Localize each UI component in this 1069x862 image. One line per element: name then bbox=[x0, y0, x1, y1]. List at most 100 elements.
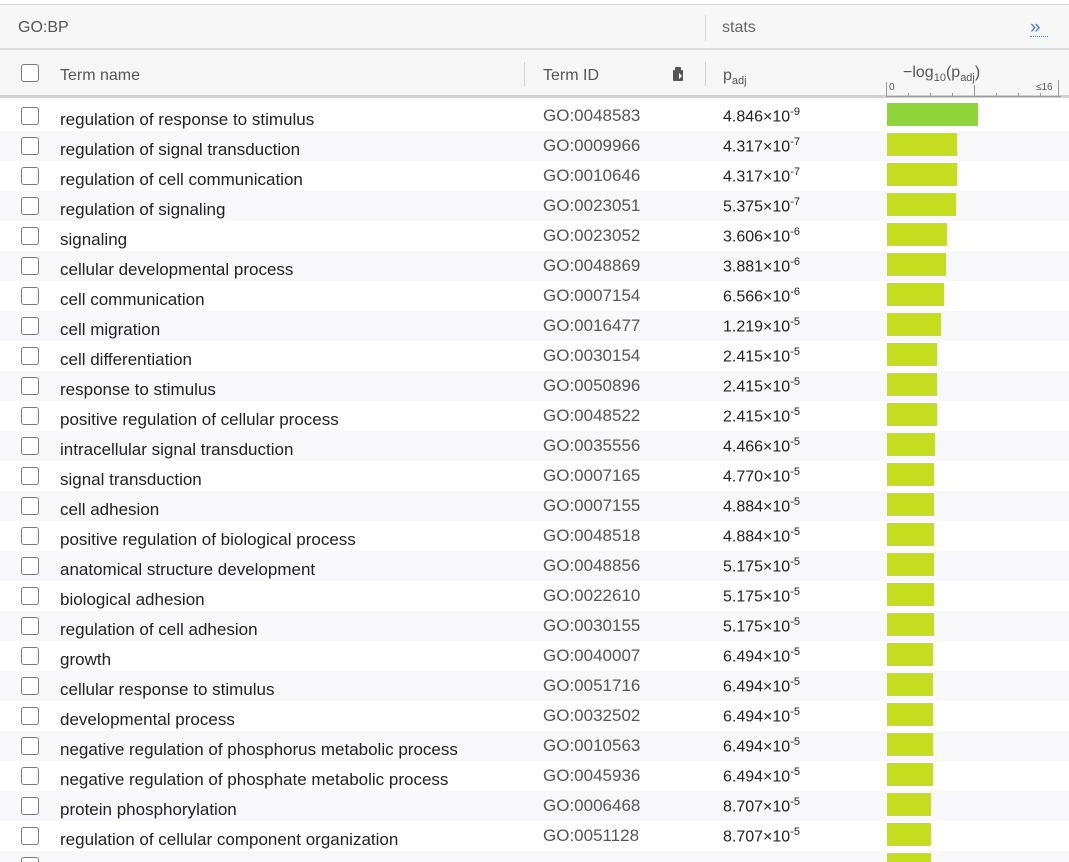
row-checkbox[interactable] bbox=[21, 617, 39, 635]
table-row[interactable]: regulation of cell adhesion GO:0030155 5.1… bbox=[0, 611, 1069, 641]
score-bar[interactable] bbox=[887, 283, 944, 306]
score-bar[interactable] bbox=[887, 853, 931, 862]
table-row[interactable]: growth GO:0040007 6.494×10-5 bbox=[0, 641, 1069, 671]
term-name[interactable]: anatomical structure development bbox=[60, 560, 315, 580]
score-bar[interactable] bbox=[887, 613, 934, 636]
score-bar[interactable] bbox=[887, 403, 937, 426]
table-row[interactable]: cellular response to stimulus GO:0051716 6… bbox=[0, 671, 1069, 701]
term-name[interactable]: protein phosphorylation bbox=[60, 800, 237, 820]
table-row[interactable]: protein phosphorylation GO:0006468 8.707×1… bbox=[0, 791, 1069, 821]
term-name[interactable]: intracellular signal transduction bbox=[60, 440, 293, 460]
score-bar[interactable] bbox=[887, 253, 946, 276]
term-name[interactable]: cell migration bbox=[60, 320, 160, 340]
term-name[interactable]: positive regulation of cellular process bbox=[60, 410, 339, 430]
term-name[interactable]: cell differentiation bbox=[60, 350, 192, 370]
row-checkbox[interactable] bbox=[21, 827, 39, 845]
table-row[interactable]: regulation of signal transduction GO:0009… bbox=[0, 131, 1069, 161]
row-checkbox[interactable] bbox=[21, 407, 39, 425]
score-bar[interactable] bbox=[887, 133, 957, 156]
row-checkbox[interactable] bbox=[21, 437, 39, 455]
row-checkbox[interactable] bbox=[21, 857, 39, 862]
row-checkbox[interactable] bbox=[21, 377, 39, 395]
term-name[interactable]: response to stimulus bbox=[60, 380, 216, 400]
term-name-header[interactable]: Term name bbox=[60, 67, 140, 85]
score-bar[interactable] bbox=[887, 193, 956, 216]
expand-columns-icon[interactable]: » bbox=[1030, 17, 1048, 39]
term-name[interactable]: cellular developmental process bbox=[60, 260, 293, 280]
row-checkbox[interactable] bbox=[21, 647, 39, 665]
score-bar[interactable] bbox=[887, 523, 934, 546]
score-bar[interactable] bbox=[887, 343, 937, 366]
term-name[interactable]: negative regulation of phosphate metabol… bbox=[60, 770, 448, 790]
row-checkbox[interactable] bbox=[21, 737, 39, 755]
term-name[interactable]: developmental process bbox=[60, 710, 235, 730]
row-checkbox[interactable] bbox=[21, 707, 39, 725]
score-bar[interactable] bbox=[887, 313, 941, 336]
table-row[interactable] bbox=[0, 851, 1069, 862]
table-row[interactable]: negative regulation of phosphate metabol… bbox=[0, 761, 1069, 791]
score-bar[interactable] bbox=[887, 373, 937, 396]
score-bar[interactable] bbox=[887, 223, 947, 246]
score-bar[interactable] bbox=[887, 463, 934, 486]
table-row[interactable]: cellular developmental process GO:0048869… bbox=[0, 251, 1069, 281]
row-checkbox[interactable] bbox=[21, 797, 39, 815]
padj-header[interactable]: padj bbox=[723, 67, 747, 87]
table-row[interactable]: developmental process GO:0032502 6.494×10-… bbox=[0, 701, 1069, 731]
score-bar[interactable] bbox=[887, 673, 933, 696]
term-name[interactable]: biological adhesion bbox=[60, 590, 205, 610]
term-name[interactable]: regulation of cell adhesion bbox=[60, 620, 258, 640]
term-name[interactable]: regulation of signal transduction bbox=[60, 140, 300, 160]
score-bar[interactable] bbox=[887, 793, 931, 816]
row-checkbox[interactable] bbox=[21, 557, 39, 575]
table-row[interactable]: regulation of signaling GO:0023051 5.375×1… bbox=[0, 191, 1069, 221]
table-row[interactable]: regulation of cell communication GO:00106… bbox=[0, 161, 1069, 191]
table-row[interactable]: response to stimulus GO:0050896 2.415×10-5 bbox=[0, 371, 1069, 401]
row-checkbox[interactable] bbox=[21, 227, 39, 245]
row-checkbox[interactable] bbox=[21, 197, 39, 215]
term-name[interactable]: regulation of cell communication bbox=[60, 170, 303, 190]
row-checkbox[interactable] bbox=[21, 317, 39, 335]
score-bar[interactable] bbox=[887, 493, 934, 516]
term-name[interactable]: regulation of cellular component organiz… bbox=[60, 830, 398, 850]
row-checkbox[interactable] bbox=[21, 527, 39, 545]
term-id-header[interactable]: Term ID bbox=[543, 67, 599, 85]
row-checkbox[interactable] bbox=[21, 347, 39, 365]
row-checkbox[interactable] bbox=[21, 467, 39, 485]
copy-ids-icon[interactable] bbox=[670, 65, 686, 83]
score-bar[interactable] bbox=[887, 553, 934, 576]
score-bar[interactable] bbox=[887, 823, 931, 846]
table-row[interactable]: negative regulation of phosphorus metabo… bbox=[0, 731, 1069, 761]
table-row[interactable]: positive regulation of cellular process G… bbox=[0, 401, 1069, 431]
row-checkbox[interactable] bbox=[21, 107, 39, 125]
row-checkbox[interactable] bbox=[21, 767, 39, 785]
table-row[interactable]: signal transduction GO:0007165 4.770×10-5 bbox=[0, 461, 1069, 491]
row-checkbox[interactable] bbox=[21, 167, 39, 185]
table-row[interactable]: cell communication GO:0007154 6.566×10-6 bbox=[0, 281, 1069, 311]
term-name[interactable]: positive regulation of biological proces… bbox=[60, 530, 356, 550]
row-checkbox[interactable] bbox=[21, 497, 39, 515]
term-name[interactable]: growth bbox=[60, 650, 111, 670]
row-checkbox[interactable] bbox=[21, 587, 39, 605]
row-checkbox[interactable] bbox=[21, 257, 39, 275]
term-name[interactable]: signal transduction bbox=[60, 470, 202, 490]
score-bar[interactable] bbox=[887, 733, 933, 756]
term-name[interactable]: cell communication bbox=[60, 290, 205, 310]
table-row[interactable]: regulation of response to stimulus GO:004… bbox=[0, 101, 1069, 131]
row-checkbox[interactable] bbox=[21, 677, 39, 695]
term-name[interactable]: cellular response to stimulus bbox=[60, 680, 274, 700]
term-name[interactable]: regulation of response to stimulus bbox=[60, 110, 314, 130]
term-name[interactable]: cell adhesion bbox=[60, 500, 159, 520]
table-row[interactable]: signaling GO:0023052 3.606×10-6 bbox=[0, 221, 1069, 251]
table-row[interactable]: cell adhesion GO:0007155 4.884×10-5 bbox=[0, 491, 1069, 521]
score-bar[interactable] bbox=[887, 643, 933, 666]
term-name[interactable]: negative regulation of phosphorus metabo… bbox=[60, 740, 458, 760]
score-bar[interactable] bbox=[887, 163, 957, 186]
table-row[interactable]: intracellular signal transduction GO:0035… bbox=[0, 431, 1069, 461]
row-checkbox[interactable] bbox=[21, 137, 39, 155]
term-name[interactable]: signaling bbox=[60, 230, 127, 250]
score-bar[interactable] bbox=[887, 763, 933, 786]
row-checkbox[interactable] bbox=[21, 287, 39, 305]
table-row[interactable]: anatomical structure development GO:00488… bbox=[0, 551, 1069, 581]
table-row[interactable]: cell differentiation GO:0030154 2.415×10-5 bbox=[0, 341, 1069, 371]
score-bar[interactable] bbox=[887, 703, 933, 726]
